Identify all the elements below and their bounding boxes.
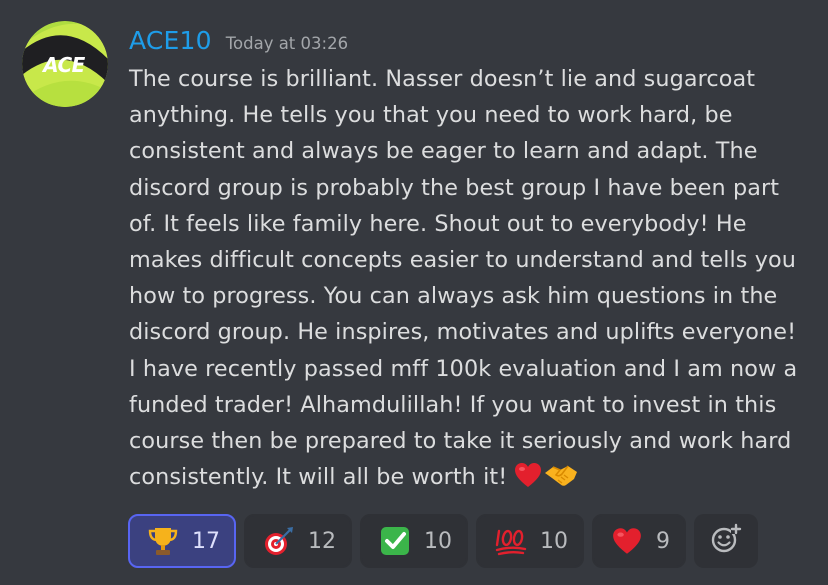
timestamp: Today at 03:26: [225, 34, 349, 53]
direct-hit-icon: [262, 524, 296, 558]
reaction-direct-hit[interactable]: 12: [244, 514, 352, 568]
trophy-icon: [146, 524, 180, 558]
avatar[interactable]: ACE: [22, 21, 108, 107]
red-heart-icon: [513, 461, 543, 500]
reaction-count: 10: [424, 528, 452, 554]
reaction-trophy[interactable]: 17: [128, 514, 236, 568]
add-reaction-icon: [710, 523, 742, 559]
reaction-count: 12: [308, 528, 336, 554]
message-text: The course is brilliant. Nasser doesn’t …: [129, 66, 798, 491]
hundred-points-icon: [494, 524, 528, 558]
reaction-red-heart[interactable]: 9: [592, 514, 686, 568]
message-content: The course is brilliant. Nasser doesn’t …: [129, 61, 809, 500]
check-mark-button-icon: [378, 524, 412, 558]
chat-message: ACE ACE10 Today at 03:26 The course is b…: [0, 0, 828, 585]
reaction-count: 17: [192, 528, 220, 554]
message-header: ACE10 Today at 03:26: [129, 26, 348, 58]
handshake-icon: [544, 461, 578, 500]
avatar-label: ACE: [41, 53, 86, 77]
red-heart-icon: [610, 524, 644, 558]
reaction-hundred-points[interactable]: 10: [476, 514, 584, 568]
reaction-count: 9: [656, 528, 670, 554]
reaction-check-mark-button[interactable]: 10: [360, 514, 468, 568]
add-reaction-button[interactable]: [694, 514, 758, 568]
username[interactable]: ACE10: [129, 26, 212, 55]
reactions-bar: 17 12 10 10 9: [128, 514, 758, 568]
reaction-count: 10: [540, 528, 568, 554]
